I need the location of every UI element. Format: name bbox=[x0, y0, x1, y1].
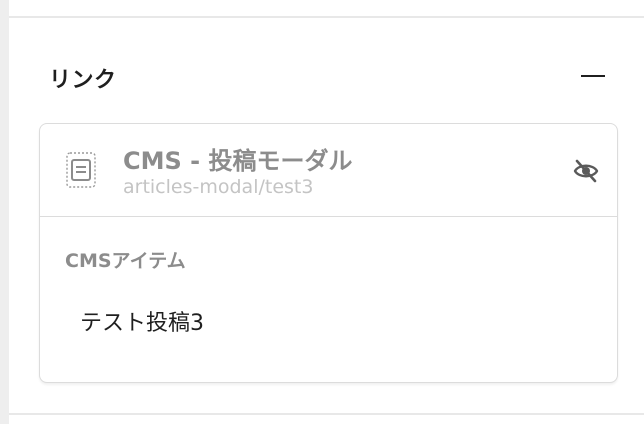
document-icon bbox=[66, 152, 96, 188]
top-divider bbox=[9, 16, 644, 18]
section-title: リンク bbox=[49, 68, 117, 93]
cms-item-value[interactable]: テスト投稿3 bbox=[80, 305, 204, 337]
collection-path: articles-modal/test3 bbox=[123, 176, 314, 198]
left-panel-edge bbox=[0, 0, 9, 424]
cms-item-label: CMSアイテム bbox=[65, 250, 186, 272]
link-card: CMS - 投稿モーダル articles-modal/test3 CMSアイテ… bbox=[39, 123, 618, 383]
linked-collection-item[interactable]: CMS - 投稿モーダル articles-modal/test3 bbox=[40, 124, 617, 217]
collection-title: CMS - 投稿モーダル bbox=[123, 147, 353, 175]
minus-icon bbox=[581, 75, 605, 77]
collapse-button[interactable] bbox=[579, 64, 607, 88]
link-panel: リンク CMS - 投稿モーダル articles-modal/test3 CM… bbox=[0, 0, 644, 424]
eye-off-icon[interactable] bbox=[572, 157, 600, 185]
bottom-divider bbox=[9, 413, 644, 415]
